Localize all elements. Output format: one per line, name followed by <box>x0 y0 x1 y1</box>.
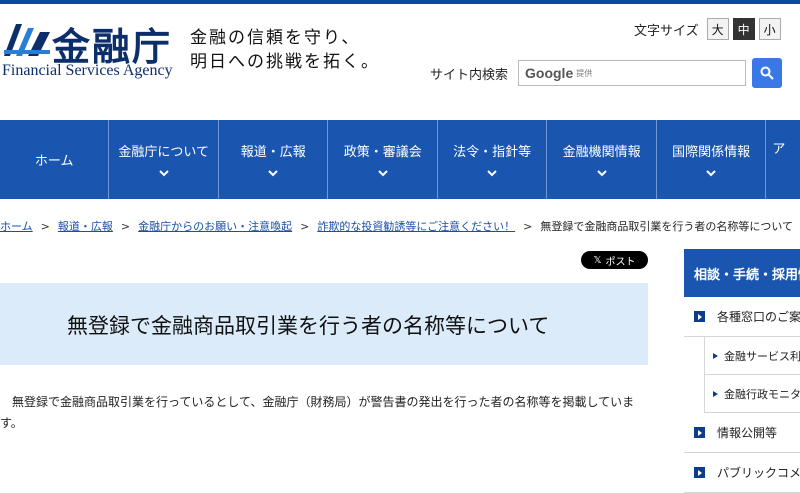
x-post-label: ポスト <box>605 256 636 268</box>
sidebar-subitem-financial-services[interactable]: 金融サービス利 <box>704 337 800 375</box>
page-title-band: 無登録で金融商品取引業を行う者の名称等について <box>0 283 648 365</box>
sidebar-subitem-monitoring[interactable]: 金融行政モニタ <box>704 375 800 413</box>
triangle-right-icon <box>713 390 718 397</box>
sidebar-item-disclosure[interactable]: 情報公開等 <box>684 413 800 453</box>
search-icon <box>760 66 774 80</box>
search-label: サイト内検索 <box>430 67 509 83</box>
breadcrumb-separator: > <box>120 220 131 233</box>
nav-label: 法令・指針等 <box>453 145 532 160</box>
nav-label: 政策・審議会 <box>343 145 422 160</box>
sidebar-item-contact[interactable]: 各種窓口のご案 <box>684 297 800 337</box>
nav-label: 金融庁について <box>118 145 210 160</box>
font-size-large-button[interactable]: 大 <box>706 18 729 40</box>
breadcrumb-fraud-warning[interactable]: 詐欺的な投資勧誘等にご注意ください！ <box>317 220 515 233</box>
nav-press[interactable]: 報道・広報 <box>219 120 329 199</box>
nav-policy[interactable]: 政策・審議会 <box>328 120 438 199</box>
nav-label: 国際関係情報 <box>672 145 751 160</box>
arrow-bullet-icon <box>694 311 705 322</box>
page-title: 無登録で金融商品取引業を行う者の名称等について <box>67 314 550 338</box>
sidebar: 相談・手続・採用情 各種窓口のご案 金融サービス利 金融行政モニタ 情報公開等 … <box>684 249 800 493</box>
chevron-down-icon <box>159 170 169 177</box>
font-size-switcher: 文字サイズ 大 中 小 <box>634 18 781 40</box>
sidebar-item-label: パブリックコメ <box>717 466 800 480</box>
top-accent-bar <box>0 0 800 4</box>
sidebar-subitem-label: 金融行政モニタ <box>724 387 800 401</box>
nav-laws[interactable]: 法令・指針等 <box>438 120 548 199</box>
x-post-button[interactable]: 𝕏 ポスト <box>581 251 648 269</box>
tagline-line-1: 金融の信頼を守り、 <box>190 28 361 48</box>
sidebar-item-label: 情報公開等 <box>717 426 778 440</box>
breadcrumb-home[interactable]: ホーム <box>0 220 33 233</box>
tagline-line-2: 明日への挑戦を拓く。 <box>190 52 380 72</box>
breadcrumb-separator: > <box>40 220 50 233</box>
search-button[interactable] <box>752 58 783 88</box>
nav-label: 報道・広報 <box>240 145 306 160</box>
arrow-bullet-icon <box>694 427 705 438</box>
nav-home[interactable]: ホーム <box>0 120 110 199</box>
fsa-logo[interactable]: 金融庁 Financial Services Agency <box>0 18 175 88</box>
tagline: 金融の信頼を守り、 明日への挑戦を拓く。 <box>190 26 380 74</box>
sidebar-subitem-label: 金融サービス利 <box>724 349 800 363</box>
sidebar-item-label: 各種窓口のご案 <box>717 310 800 324</box>
intro-paragraph: 無登録で金融商品取引業を行っているとして、金融庁（財務局）が警告書の発出を行った… <box>0 395 635 430</box>
triangle-right-icon <box>713 352 718 359</box>
sidebar-heading[interactable]: 相談・手続・採用情 <box>684 249 800 297</box>
google-logo: Google <box>525 65 574 81</box>
chevron-down-icon <box>377 170 388 177</box>
nav-label: 金融機関情報 <box>562 145 641 160</box>
chevron-down-icon <box>596 170 607 177</box>
nav-more-partial[interactable]: ア <box>766 120 800 199</box>
x-logo-icon: 𝕏 <box>593 254 602 266</box>
nav-institutions[interactable]: 金融機関情報 <box>547 120 657 199</box>
breadcrumb-current: 無登録で金融商品取引業を行う者の名称等について <box>540 220 793 233</box>
global-nav: ホーム 金融庁について 報道・広報 政策・審議会 法令・指針等 金融機関情報 国… <box>0 120 800 199</box>
breadcrumb-separator: > <box>523 220 533 233</box>
nav-label: ア <box>772 142 786 157</box>
chevron-down-icon <box>487 170 497 177</box>
sidebar-item-public-comment[interactable]: パブリックコメ <box>684 453 800 493</box>
google-provided-label: 提供 <box>576 68 593 78</box>
breadcrumb-press[interactable]: 報道・広報 <box>58 220 113 233</box>
font-size-medium-button[interactable]: 中 <box>732 18 755 40</box>
nav-about[interactable]: 金融庁について <box>109 120 219 199</box>
nav-international[interactable]: 国際関係情報 <box>657 120 767 199</box>
search-input[interactable]: Google 提供 <box>518 60 747 86</box>
font-size-label: 文字サイズ <box>634 23 699 39</box>
arrow-bullet-icon <box>694 467 705 478</box>
breadcrumb-separator: > <box>300 220 310 233</box>
font-size-small-button[interactable]: 小 <box>758 18 781 40</box>
site-search: サイト内検索 Google 提供 <box>430 58 783 88</box>
breadcrumb-notices[interactable]: 金融庁からのお願い・注意喚起 <box>138 220 292 233</box>
logo-english: Financial Services Agency <box>2 62 173 79</box>
nav-label: ホーム <box>34 154 74 169</box>
chevron-down-icon <box>268 170 278 177</box>
breadcrumb: ホーム > 報道・広報 > 金融庁からのお願い・注意喚起 > 詐欺的な投資勧誘等にご注意くだ… <box>0 218 793 234</box>
chevron-down-icon <box>706 170 716 177</box>
fsa-logo-mark-icon <box>4 24 50 56</box>
